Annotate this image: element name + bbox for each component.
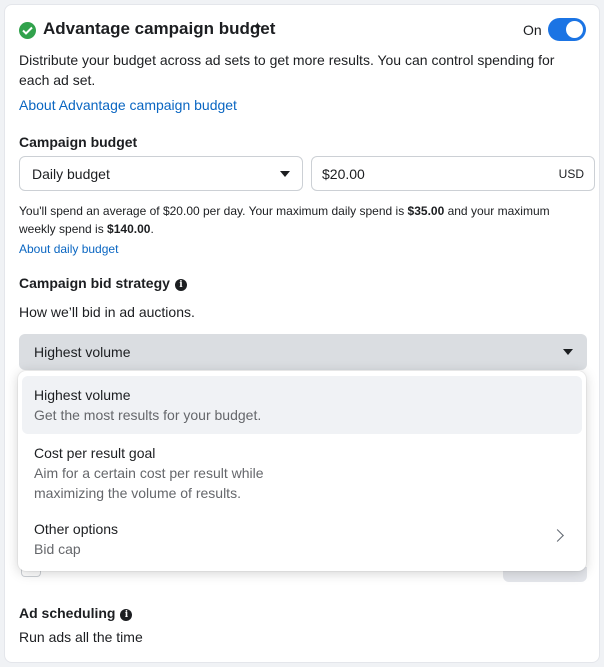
option-description: Bid cap [34, 541, 81, 557]
campaign-budget-label: Campaign budget [19, 134, 138, 150]
caret-down-icon [563, 349, 573, 355]
menu-option-other-options[interactable]: Other options Bid cap [22, 514, 582, 562]
info-icon[interactable]: i [174, 279, 187, 291]
max-weekly-spend: $140.00 [107, 222, 151, 236]
option-title: Other options [34, 521, 119, 537]
bid-strategy-label: Campaign bid strategy [19, 275, 170, 291]
budget-type-select[interactable]: Daily budget [19, 156, 303, 191]
caret-down-icon [280, 170, 290, 177]
ad-scheduling-label: Ad scheduling [19, 605, 116, 621]
bid-strategy-value: Highest volume [34, 344, 131, 360]
budget-type-value: Daily budget [32, 165, 110, 182]
ad-scheduling-heading: Ad scheduling i [19, 605, 133, 621]
option-title: Cost per result goal [34, 445, 156, 461]
section-description: Distribute your budget across ad sets to… [19, 52, 555, 88]
section-title: Advantage campaign budget [43, 19, 276, 38]
about-advantage-budget-link[interactable]: About Advantage campaign budget [19, 97, 237, 113]
option-description: Get the most results for your budget. [34, 407, 262, 423]
spend-note: You'll spend an average of $20.00 per da… [19, 202, 579, 238]
ad-scheduling-value: Run ads all the time [19, 629, 143, 645]
sparkle-icon: ✦ [252, 19, 263, 34]
bid-strategy-subtitle: How we’ll bid in ad auctions. [19, 304, 195, 320]
toggle-label: On [523, 22, 542, 38]
option-title: Highest volume [34, 387, 131, 403]
currency-label: USD [558, 166, 584, 181]
menu-option-highest-volume[interactable]: Highest volume Get the most results for … [22, 376, 582, 434]
budget-amount-field[interactable]: USD [311, 156, 595, 191]
option-description: maximizing the volume of results. [34, 485, 241, 501]
bid-strategy-menu: Highest volume Get the most results for … [18, 371, 586, 571]
spend-note-suffix: . [150, 222, 154, 236]
about-daily-budget-link[interactable]: About daily budget [19, 242, 118, 256]
menu-option-cost-per-result[interactable]: Cost per result goal Aim for a certain c… [22, 438, 582, 504]
option-description: Aim for a certain cost per result while [34, 465, 264, 481]
toggle-knob [566, 21, 583, 38]
bid-strategy-select[interactable]: Highest volume [19, 334, 587, 370]
info-icon[interactable]: i [120, 609, 133, 621]
advantage-budget-toggle[interactable] [548, 18, 586, 41]
max-daily-spend: $35.00 [407, 204, 445, 218]
check-circle-icon [19, 22, 36, 39]
budget-amount-input[interactable] [322, 165, 559, 182]
bid-strategy-heading: Campaign bid strategy i [19, 275, 187, 291]
spend-note-prefix: You'll spend an average of $20.00 per da… [19, 204, 408, 218]
